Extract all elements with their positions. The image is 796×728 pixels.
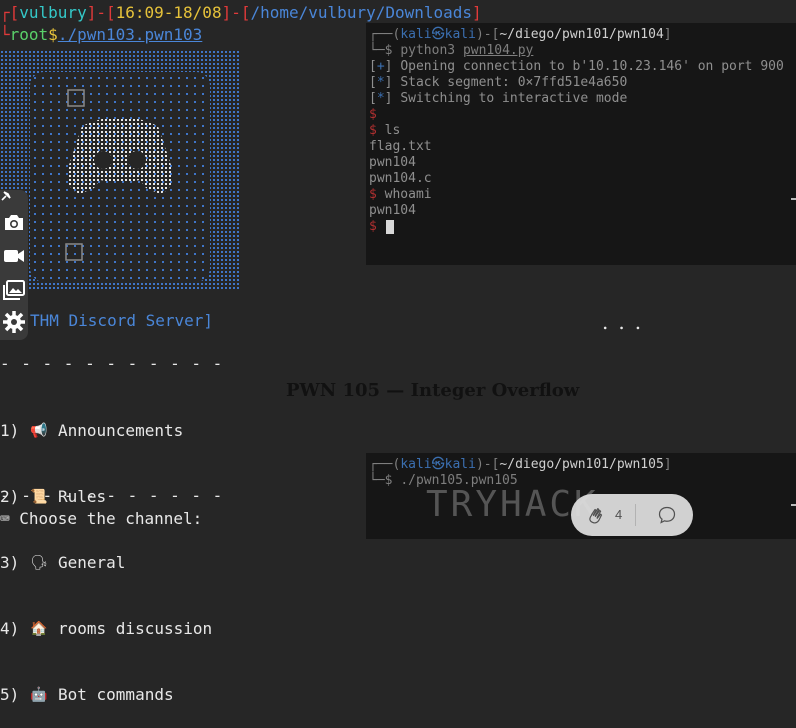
terminal-pwn104: ┌──(kali㉿kali)-[~/diego/pwn101/pwn104] └… (366, 23, 796, 265)
shell-output: pwn104 (369, 203, 416, 218)
video-camera-icon[interactable] (2, 244, 26, 268)
menu-item-label: Bot commands (58, 685, 174, 704)
discord-server-label: THM Discord Server] (30, 311, 214, 330)
shell-prompt: $ (369, 219, 377, 234)
comment-icon[interactable] (657, 505, 677, 525)
menu-item-number: 3) (0, 553, 20, 572)
shell-output: flag.txt (369, 139, 432, 154)
prompt-dollar: $ (48, 25, 58, 44)
scroll-marker (791, 504, 796, 506)
terminal-header: ┌──(kali㉿kali)-[~/diego/pwn101/pwn104] (369, 27, 672, 42)
log-line: [*] Stack segment: 0×7ffd51e4a650 (369, 75, 628, 90)
log-line: [+] Opening connection to b'10.10.23.146… (369, 59, 784, 74)
shell-command: $ ls (369, 123, 401, 138)
camera-icon[interactable] (2, 210, 26, 234)
menu-item: 3) 🗣 General (0, 552, 212, 574)
shell-output: pwn104.c (369, 171, 432, 186)
terminal-header: ┌──(kali㉿kali)-[~/diego/pwn101/pwn105] (369, 457, 672, 472)
shell-command: $ whoami (369, 187, 432, 202)
menu-item-label: Announcements (58, 421, 184, 440)
prompt-separator: ]-[ (86, 3, 116, 22)
prompt-corner: └ (0, 25, 10, 44)
reaction-bar: 4 (571, 494, 693, 536)
menu-item: 5) 🤖 Bot commands (0, 684, 212, 706)
prompt-time: 16:09-18/08 (115, 3, 222, 22)
discord-ascii-logo (0, 50, 240, 290)
robot-icon: 🤖 (30, 687, 48, 703)
menu-item: 4) 🏠 rooms discussion (0, 618, 212, 640)
megaphone-icon: 📢 (30, 423, 48, 439)
terminal-cursor (386, 220, 394, 234)
terminal-path: ~/diego/pwn101/pwn105 (499, 457, 664, 472)
section-break-ellipsis: ... (602, 310, 652, 334)
clap-icon[interactable] (585, 504, 607, 526)
log-line: [*] Switching to interactive mode (369, 91, 628, 106)
capture-toolbar (0, 190, 28, 340)
menu-item-number: 4) (0, 619, 20, 638)
prompt-user: vulbury (19, 3, 87, 22)
choose-channel-prompt: ⌨ Choose the channel: (0, 509, 203, 528)
prompt-command: ./pwn103.pwn103 (57, 25, 203, 44)
shell-output: pwn104 (369, 155, 416, 170)
channel-menu: 1) 📢 Announcements 2) 📜 Rules 3) 🗣 Gener… (0, 376, 212, 728)
terminal-host: kali㉿kali (400, 457, 476, 472)
menu-item-label: rooms discussion (58, 619, 213, 638)
pin-icon[interactable] (0, 190, 12, 202)
house-icon: 🏠 (30, 621, 48, 637)
gear-icon[interactable] (2, 310, 26, 334)
prompt-root-user: root (9, 25, 49, 44)
menu-divider-top: - - - - - - - - - - - (0, 354, 224, 373)
prompt-separator: ]-[ (221, 3, 251, 22)
menu-item-number: 5) (0, 685, 20, 704)
menu-divider-bottom: - - - - - - - - - - - (0, 486, 224, 505)
section-heading: PWN 105 — Integer Overflow (286, 380, 580, 401)
terminal-host: kali㉿kali (400, 27, 476, 42)
prompt-bracket: ] (472, 3, 482, 22)
scroll-marker (791, 198, 796, 200)
terminal-command-line: └─$ python3 pwn104.py (369, 43, 534, 58)
reaction-divider (635, 504, 636, 526)
prompt-status-line: ┌[vulbury]-[16:09-18/08]-[/home/vulbury/… (0, 3, 482, 23)
prompt-command-line: └root$./pwn103.pwn103 (0, 25, 202, 45)
gallery-icon[interactable] (2, 278, 26, 302)
menu-item-label: General (58, 553, 126, 572)
menu-item: 1) 📢 Announcements (0, 420, 212, 442)
shell-prompt: $ (369, 107, 377, 122)
prompt-bracket: ┌[ (0, 3, 20, 22)
menu-item-number: 1) (0, 421, 20, 440)
prompt-path: /home/vulbury/Downloads (250, 3, 473, 22)
terminal-command: python3 (400, 43, 456, 58)
speaking-head-icon: 🗣 (30, 555, 48, 571)
terminal-path: ~/diego/pwn101/pwn104 (499, 27, 664, 42)
terminal-command-arg: pwn104.py (462, 43, 534, 58)
clap-count: 4 (615, 507, 623, 522)
